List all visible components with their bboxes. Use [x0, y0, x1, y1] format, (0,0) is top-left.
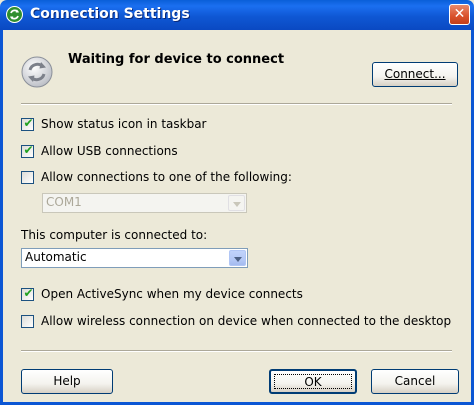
connect-button[interactable]: Connect...	[372, 62, 458, 87]
connected-to-select[interactable]: Automatic	[21, 248, 248, 268]
window-frame-left	[0, 30, 3, 405]
checkmark-icon: ✔	[23, 116, 34, 130]
connected-to-label: This computer is connected to:	[21, 228, 208, 242]
cancel-button-label: Cancel	[394, 374, 436, 388]
separator	[21, 350, 452, 352]
connected-to-value: Automatic	[25, 250, 87, 264]
show-status-icon-checkbox[interactable]: ✔	[21, 116, 34, 131]
help-button[interactable]: Help	[21, 369, 113, 394]
connection-status: Waiting for device to connect	[68, 52, 285, 67]
connect-button-label: Connect...	[384, 67, 446, 81]
port-select[interactable]: COM1	[42, 193, 247, 213]
chevron-down-icon[interactable]	[229, 250, 246, 266]
chevron-down-icon[interactable]	[228, 195, 245, 211]
cancel-button[interactable]: Cancel	[371, 369, 459, 394]
allow-wireless-label: Allow wireless connection on device when…	[41, 314, 452, 328]
focus-rectangle	[274, 374, 352, 389]
separator	[21, 103, 452, 105]
window-title: Connection Settings	[30, 6, 190, 22]
allow-port-checkbox[interactable]	[21, 171, 34, 184]
checkmark-icon: ✔	[23, 286, 34, 300]
activesync-icon	[6, 6, 23, 23]
open-activesync-label: Open ActiveSync when my device connects	[41, 287, 303, 301]
close-button[interactable]: ✕	[449, 4, 470, 25]
connection-settings-window: Connection Settings ✕ Waiting for device…	[0, 0, 474, 405]
sync-icon	[21, 56, 53, 88]
show-status-icon-label: Show status icon in taskbar	[41, 117, 207, 131]
allow-wireless-checkbox[interactable]	[21, 315, 34, 328]
open-activesync-checkbox[interactable]: ✔	[21, 286, 34, 301]
allow-usb-label: Allow USB connections	[41, 144, 178, 158]
title-bar[interactable]: Connection Settings ✕	[0, 0, 474, 30]
ok-button[interactable]: OK	[269, 369, 357, 394]
allow-usb-checkbox[interactable]: ✔	[21, 143, 34, 158]
port-select-value: COM1	[46, 195, 82, 209]
help-button-label: Help	[53, 374, 81, 388]
close-icon: ✕	[453, 6, 466, 22]
checkmark-icon: ✔	[23, 143, 34, 157]
allow-port-label: Allow connections to one of the followin…	[41, 170, 292, 184]
